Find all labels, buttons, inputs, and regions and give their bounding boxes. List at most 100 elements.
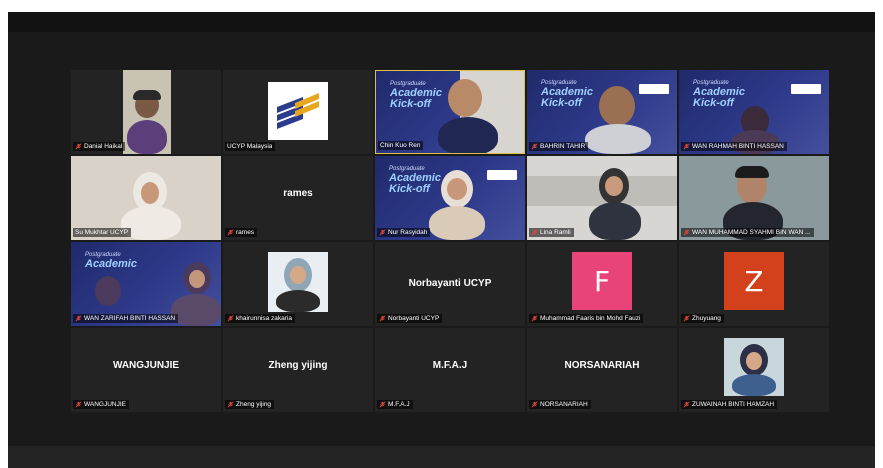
participant-tile[interactable]: Postgraduate Academic Kick-off Nur Rasyida… xyxy=(375,156,525,240)
participant-name: Zhuyuang xyxy=(692,315,721,322)
muted-mic-icon xyxy=(227,401,234,408)
name-label: UCYP Malaysia xyxy=(225,142,276,151)
participant-name: BAHRIN TAHIR xyxy=(540,143,586,150)
meeting-window: Danial Haikal UCYP Malaysia Postgraduate… xyxy=(8,12,875,468)
participant-tile[interactable]: WAN MUHAMMAD SYAHMI BIN WAN ... xyxy=(679,156,829,240)
participant-tile[interactable]: Su Mukhtar UCYP xyxy=(71,156,221,240)
avatar-letter: F xyxy=(572,252,632,310)
avatar-letter: Z xyxy=(724,252,784,310)
participant-tile[interactable]: Danial Haikal xyxy=(71,70,221,154)
ucyp-logo xyxy=(268,82,328,140)
muted-mic-icon xyxy=(75,401,82,408)
participant-tile[interactable]: ZUWAINAH BINTI HAMZAH xyxy=(679,328,829,412)
muted-mic-icon xyxy=(379,229,386,236)
participant-name: Zheng yijing xyxy=(236,401,272,408)
participant-tile[interactable]: UCYP Malaysia xyxy=(223,70,373,154)
name-label: Zhuyuang xyxy=(681,314,724,323)
banner-text: Postgraduate Academic Kick-off xyxy=(389,166,441,195)
name-label: M.F.A.J xyxy=(377,400,413,409)
banner-text: Postgraduate Academic Kick-off xyxy=(390,81,442,110)
ucyp-logo-chip xyxy=(791,84,821,94)
participant-tile[interactable]: Lina Ramli xyxy=(527,156,677,240)
participant-display-name: Zheng yijing xyxy=(268,360,328,371)
name-label: WANGJUNJIE xyxy=(73,400,130,409)
bottom-toolbar xyxy=(8,446,875,468)
name-label: Chin Kuo Ren xyxy=(378,141,424,150)
participant-display-name: Norbayanti UCYP xyxy=(408,278,492,289)
muted-mic-icon xyxy=(75,143,82,150)
name-label: khairunnisa zakaria xyxy=(225,314,296,323)
participant-name: Su Mukhtar UCYP xyxy=(75,229,129,236)
name-label: WAN ZARIFAH BINTI HASSAN xyxy=(73,314,179,323)
name-label: Norbayanti UCYP xyxy=(377,314,443,323)
participant-tile[interactable]: F Muhammad Faaris bin Mohd Fauzi xyxy=(527,242,677,326)
muted-mic-icon xyxy=(531,401,538,408)
participant-name: khairunnisa zakaria xyxy=(236,315,293,322)
participant-tile[interactable]: khairunnisa zakaria xyxy=(223,242,373,326)
profile-photo xyxy=(724,338,784,396)
participant-name: Chin Kuo Ren xyxy=(380,142,421,149)
muted-mic-icon xyxy=(531,315,538,322)
muted-mic-icon xyxy=(531,143,538,150)
muted-mic-icon xyxy=(379,315,386,322)
participant-tile[interactable]: rames rames xyxy=(223,156,373,240)
muted-mic-icon xyxy=(227,229,234,236)
name-label: Zheng yijing xyxy=(225,400,275,409)
participant-tile[interactable]: Postgraduate Academic Kick-off BAHRIN TAHI… xyxy=(527,70,677,154)
participant-display-name: M.F.A.J xyxy=(432,360,468,371)
participant-name: ZUWAINAH BINTI HAMZAH xyxy=(692,401,775,408)
profile-photo xyxy=(268,252,328,312)
name-label: Danial Haikal xyxy=(73,142,126,151)
name-label: BAHRIN TAHIR xyxy=(529,142,589,151)
participant-tile[interactable]: Postgraduate Academic Kick-off WAN RAHMAH … xyxy=(679,70,829,154)
participant-display-name: NORSANARIAH xyxy=(564,360,640,371)
name-label: ZUWAINAH BINTI HAMZAH xyxy=(681,400,778,409)
banner-text: Postgraduate Academic Kick-off xyxy=(693,80,745,109)
participant-tile[interactable]: WANGJUNJIE WANGJUNJIE xyxy=(71,328,221,412)
ucyp-logo-chip xyxy=(487,170,517,180)
name-label: WAN MUHAMMAD SYAHMI BIN WAN ... xyxy=(681,228,814,237)
muted-mic-icon xyxy=(75,315,82,322)
participant-tile[interactable]: Norbayanti UCYP Norbayanti UCYP xyxy=(375,242,525,326)
banner-text: Postgraduate Academic Kick-off xyxy=(541,80,593,109)
muted-mic-icon xyxy=(227,315,234,322)
ucyp-logo-chip xyxy=(639,84,669,94)
name-label: Su Mukhtar UCYP xyxy=(73,228,132,237)
muted-mic-icon xyxy=(379,401,386,408)
name-label: Muhammad Faaris bin Mohd Fauzi xyxy=(529,314,644,323)
participant-name: UCYP Malaysia xyxy=(227,143,273,150)
participant-name: WAN RAHMAH BINTI HASSAN xyxy=(692,143,784,150)
muted-mic-icon xyxy=(683,143,690,150)
ucyp-logo-icon xyxy=(277,93,319,129)
name-label: Nur Rasyidah xyxy=(377,228,431,237)
participant-tile[interactable]: Zheng yijing Zheng yijing xyxy=(223,328,373,412)
muted-mic-icon xyxy=(531,229,538,236)
participant-display-name: rames xyxy=(283,188,313,199)
name-label: Lina Ramli xyxy=(529,228,574,237)
muted-mic-icon xyxy=(683,401,690,408)
top-bar xyxy=(8,12,875,32)
participant-name: WAN MUHAMMAD SYAHMI BIN WAN ... xyxy=(692,229,811,236)
participant-name: WANGJUNJIE xyxy=(84,401,127,408)
participant-tile[interactable]: NORSANARIAH NORSANARIAH xyxy=(527,328,677,412)
participant-name: NORSANARIAH xyxy=(540,401,588,408)
name-label: WAN RAHMAH BINTI HASSAN xyxy=(681,142,787,151)
participant-tile[interactable]: M.F.A.J M.F.A.J xyxy=(375,328,525,412)
participant-name: Muhammad Faaris bin Mohd Fauzi xyxy=(540,315,641,322)
participant-name: WAN ZARIFAH BINTI HASSAN xyxy=(84,315,176,322)
muted-mic-icon xyxy=(683,315,690,322)
name-label: NORSANARIAH xyxy=(529,400,591,409)
participant-display-name: WANGJUNJIE xyxy=(112,360,180,371)
participant-tile[interactable]: Z Zhuyuang xyxy=(679,242,829,326)
name-label: rames xyxy=(225,228,258,237)
participant-name: Nur Rasyidah xyxy=(388,229,428,236)
participant-name: Norbayanti UCYP xyxy=(388,315,440,322)
participant-tile[interactable]: Postgraduate Academic WAN ZARIFAH BINTI H… xyxy=(71,242,221,326)
participant-name: rames xyxy=(236,229,255,236)
muted-mic-icon xyxy=(683,229,690,236)
participant-tile-active-speaker[interactable]: Postgraduate Academic Kick-off Chin Kuo Re… xyxy=(375,70,525,154)
participant-name: Lina Ramli xyxy=(540,229,571,236)
banner-text: Postgraduate Academic xyxy=(85,252,137,270)
participant-name: Danial Haikal xyxy=(84,143,123,150)
participant-name: M.F.A.J xyxy=(388,401,410,408)
